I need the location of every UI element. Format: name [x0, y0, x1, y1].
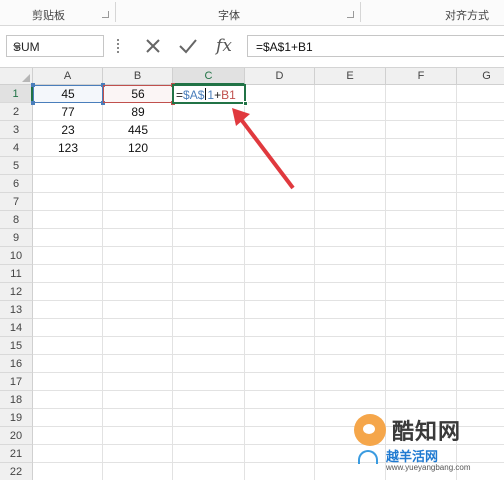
row-header-5[interactable]: 5 — [0, 157, 33, 175]
row-header-10[interactable]: 10 — [0, 247, 33, 265]
row-header-6[interactable]: 6 — [0, 175, 33, 193]
row-header-4[interactable]: 4 — [0, 139, 33, 157]
column-header-a[interactable]: A — [33, 68, 103, 85]
gridline — [33, 282, 504, 283]
row-header-16[interactable]: 16 — [0, 355, 33, 373]
cell-b3[interactable]: 445 — [103, 123, 173, 137]
worksheet-grid[interactable]: A B C D E F G 1 2 3 4 5 6 7 8 9 10 11 12… — [0, 68, 504, 480]
chevron-down-icon[interactable] — [13, 45, 21, 50]
gridline — [33, 228, 504, 229]
name-box[interactable]: SUM — [6, 35, 104, 57]
clipboard-launcher-icon[interactable] — [102, 11, 109, 18]
watermark-url: www.yueyangbang.com — [386, 463, 471, 472]
formula-ref-a: $A$ — [183, 88, 205, 102]
ribbon-group-labels: 剪贴板 字体 对齐方式 — [0, 0, 504, 26]
cell-b4[interactable]: 120 — [103, 141, 173, 155]
column-header-d[interactable]: D — [245, 68, 315, 85]
enter-formula-button[interactable] — [176, 35, 200, 57]
row-header-13[interactable]: 13 — [0, 301, 33, 319]
column-header-g[interactable]: G — [457, 68, 504, 85]
cell-a3[interactable]: 23 — [33, 123, 103, 137]
watermark: 酷知网 越羊活网 www.yueyangbang.com — [350, 402, 500, 476]
ribbon-separator — [115, 2, 116, 22]
row-header-2[interactable]: 2 — [0, 103, 33, 121]
cell-a2[interactable]: 77 — [33, 105, 103, 119]
ribbon-separator — [360, 2, 361, 22]
formula-equals: = — [176, 88, 184, 102]
row-header-14[interactable]: 14 — [0, 319, 33, 337]
row-header-12[interactable]: 12 — [0, 283, 33, 301]
annotation-arrow-icon — [232, 108, 295, 190]
x-icon — [146, 39, 160, 53]
row-header-17[interactable]: 17 — [0, 373, 33, 391]
select-all-corner[interactable] — [0, 68, 33, 85]
cell-b2[interactable]: 89 — [103, 105, 173, 119]
formula-bar: SUM fx =$A$1+B1 — [0, 26, 504, 68]
fx-icon: fx — [216, 36, 232, 56]
column-header-e[interactable]: E — [315, 68, 386, 85]
cell-a1[interactable]: 45 — [33, 87, 103, 101]
insert-function-button[interactable]: fx — [212, 35, 236, 57]
row-header-11[interactable]: 11 — [0, 265, 33, 283]
font-launcher-icon[interactable] — [347, 11, 354, 18]
font-group-label: 字体 — [218, 9, 240, 22]
column-header-f[interactable]: F — [386, 68, 457, 85]
gridline — [33, 372, 504, 373]
row-header-1[interactable]: 1 — [0, 85, 33, 103]
row-header-21[interactable]: 21 — [0, 445, 33, 463]
row-header-20[interactable]: 20 — [0, 427, 33, 445]
brand-logo-icon — [354, 414, 386, 446]
check-icon — [179, 39, 197, 54]
cell-b1[interactable]: 56 — [103, 87, 173, 101]
gridline — [33, 300, 504, 301]
row-header-22[interactable]: 22 — [0, 463, 33, 480]
row-header-15[interactable]: 15 — [0, 337, 33, 355]
gridline — [33, 390, 504, 391]
row-header-7[interactable]: 7 — [0, 193, 33, 211]
row-header-9[interactable]: 9 — [0, 229, 33, 247]
gridline — [33, 246, 504, 247]
clipboard-group-label: 剪贴板 — [32, 9, 65, 22]
gridline — [33, 318, 504, 319]
formula-input[interactable]: =$A$1+B1 — [247, 35, 504, 57]
alignment-group-label: 对齐方式 — [445, 9, 489, 22]
row-header-18[interactable]: 18 — [0, 391, 33, 409]
formula-text: =$A$1+B1 — [256, 40, 313, 54]
gridline — [33, 264, 504, 265]
wifi-icon — [358, 450, 378, 464]
gridline — [314, 85, 315, 480]
gridline — [33, 210, 504, 211]
cell-a4[interactable]: 123 — [33, 141, 103, 155]
select-all-icon — [22, 74, 30, 82]
row-header-8[interactable]: 8 — [0, 211, 33, 229]
gridline — [33, 354, 504, 355]
row-header-19[interactable]: 19 — [0, 409, 33, 427]
watermark-brand: 酷知网 — [392, 420, 462, 445]
formula-bar-grip[interactable] — [117, 39, 119, 53]
cancel-formula-button[interactable] — [141, 35, 165, 57]
gridline — [33, 336, 504, 337]
column-header-b[interactable]: B — [103, 68, 173, 85]
column-header-c[interactable]: C — [173, 68, 245, 85]
row-header-3[interactable]: 3 — [0, 121, 33, 139]
